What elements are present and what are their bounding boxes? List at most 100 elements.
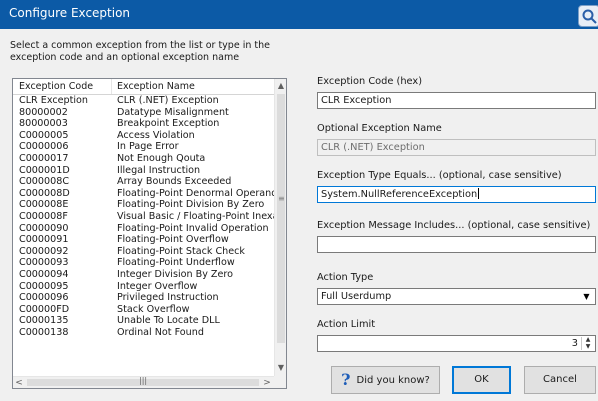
action-type-select[interactable]: Full Userdump ▼ <box>317 288 596 305</box>
exception-code-cell: C0000093 <box>19 257 69 269</box>
list-item[interactable]: C0000017 Not Enough Qouta <box>13 153 274 165</box>
exception-name-cell: Stack Overflow <box>117 303 190 315</box>
instructions-text: Select a common exception from the list … <box>10 40 270 63</box>
chevron-down-icon[interactable]: ▼ <box>580 290 593 303</box>
exception-type-label: Exception Type Equals... (optional, case… <box>317 170 562 181</box>
exception-code-cell: 80000003 <box>19 118 68 130</box>
list-item[interactable]: C000001D Illegal Instruction <box>13 165 274 177</box>
action-limit-label: Action Limit <box>317 319 376 330</box>
spin-down-icon[interactable]: ▼ <box>582 344 594 350</box>
column-header-name[interactable]: Exception Name <box>117 81 195 92</box>
hscroll-grip-icon: ||| <box>139 376 148 385</box>
exception-name-cell: Datatype Misalignment <box>117 106 229 118</box>
did-you-know-label: Did you know? <box>356 375 430 386</box>
exception-name-cell: Privileged Instruction <box>117 292 219 304</box>
text-caret <box>478 188 480 199</box>
list-item[interactable]: C000008F Visual Basic / Floating-Point In… <box>13 211 274 223</box>
list-item[interactable]: C0000096 Privileged Instruction <box>13 292 274 304</box>
exception-name-cell: Integer Division By Zero <box>117 268 234 280</box>
exception-code-cell: C0000138 <box>19 326 69 338</box>
exception-code-cell: C000008D <box>19 187 70 199</box>
list-item[interactable]: C000008C Array Bounds Exceeded <box>13 176 274 188</box>
list-item[interactable]: C0000093 Floating-Point Underflow <box>13 257 274 269</box>
scroll-grip-icon: ≡ <box>278 194 285 203</box>
horizontal-scrollbar[interactable]: < ||| > <box>13 376 274 388</box>
exception-code-cell: C0000006 <box>19 141 69 153</box>
exception-code-cell: C000008C <box>19 176 70 188</box>
exception-name-cell: Floating-Point Overflow <box>117 234 229 246</box>
list-item[interactable]: C0000138 Ordinal Not Found <box>13 327 274 339</box>
exception-name-field[interactable]: CLR (.NET) Exception <box>317 139 596 156</box>
exception-code-cell: C0000090 <box>19 222 69 234</box>
exception-code-cell: C0000091 <box>19 234 69 246</box>
exception-code-cell: 80000002 <box>19 106 68 118</box>
list-item[interactable]: C0000090 Floating-Point Invalid Operation <box>13 223 274 235</box>
list-item[interactable]: C0000091 Floating-Point Overflow <box>13 234 274 246</box>
exception-code-field[interactable]: CLR Exception <box>317 92 596 109</box>
vertical-scrollbar[interactable]: ▲ ≡ ▼ <box>274 79 286 376</box>
exception-name-cell: Access Violation <box>117 129 195 141</box>
scroll-corner <box>274 376 286 388</box>
exception-code-label: Exception Code (hex) <box>317 76 423 87</box>
exception-code-cell: C0000094 <box>19 268 69 280</box>
list-item[interactable]: C0000094 Integer Division By Zero <box>13 269 274 281</box>
exception-name-cell: Floating-Point Underflow <box>117 257 235 269</box>
exception-name-cell: Floating-Point Stack Check <box>117 245 245 257</box>
scroll-left-icon[interactable]: < <box>13 377 25 388</box>
exception-code-cell: C00000FD <box>19 303 70 315</box>
list-item[interactable]: C0000092 Floating-Point Stack Check <box>13 246 274 258</box>
exception-name-cell: CLR (.NET) Exception <box>117 95 219 106</box>
exception-code-cell: C0000096 <box>19 292 69 304</box>
list-item[interactable]: C00000FD Stack Overflow <box>13 304 274 316</box>
list-item[interactable]: C000008D Floating-Point Denormal Operand <box>13 188 274 200</box>
exception-type-field[interactable]: System.NullReferenceException <box>317 186 596 203</box>
exception-name-cell: Floating-Point Denormal Operand <box>117 187 274 199</box>
list-item[interactable]: 80000002 Datatype Misalignment <box>13 107 274 119</box>
list-item[interactable]: CLR Exception CLR (.NET) Exception <box>13 95 274 107</box>
list-item[interactable]: C0000095 Integer Overflow <box>13 281 274 293</box>
exception-code-cell: C000001D <box>19 164 70 176</box>
exception-name-cell: Illegal Instruction <box>117 164 201 176</box>
exception-list[interactable]: Exception Code Exception Name CLR Except… <box>12 78 287 389</box>
exception-name-cell: Breakpoint Exception <box>117 118 220 130</box>
exception-name-label: Optional Exception Name <box>317 123 442 134</box>
exception-code-cell: C0000095 <box>19 280 69 292</box>
dialog-app-icon <box>578 5 598 27</box>
action-type-label: Action Type <box>317 272 374 283</box>
action-limit-value: 3 <box>571 338 578 349</box>
scroll-right-icon[interactable]: > <box>261 377 273 388</box>
exception-type-value: System.NullReferenceException <box>321 189 478 200</box>
exception-name-cell: Not Enough Qouta <box>117 152 206 164</box>
action-type-value: Full Userdump <box>321 291 392 302</box>
list-item[interactable]: C000008E Floating-Point Division By Zero <box>13 199 274 211</box>
list-item[interactable]: C0000135 Unable To Locate DLL <box>13 315 274 327</box>
exception-name-cell: Ordinal Not Found <box>117 326 204 338</box>
list-rows: CLR Exception CLR (.NET) Exception 8000000… <box>13 95 274 376</box>
exception-name-cell: Floating-Point Division By Zero <box>117 199 265 211</box>
exception-code-cell: C0000135 <box>19 315 69 327</box>
exception-message-field[interactable] <box>317 236 596 253</box>
list-item[interactable]: C0000006 In Page Error <box>13 141 274 153</box>
exception-name-cell: In Page Error <box>117 141 179 153</box>
list-item[interactable]: C0000005 Access Violation <box>13 130 274 142</box>
list-item[interactable]: 80000003 Breakpoint Exception <box>13 118 274 130</box>
scroll-up-icon[interactable]: ▲ <box>275 79 286 93</box>
cancel-button[interactable]: Cancel <box>524 366 596 394</box>
exception-message-label: Exception Message Includes... (optional,… <box>317 220 591 231</box>
did-you-know-button[interactable]: ? Did you know? <box>331 366 440 394</box>
exception-code-cell: C0000005 <box>19 129 69 141</box>
action-limit-stepper[interactable]: 3 ▲ ▼ <box>317 335 596 352</box>
exception-code-cell: C0000017 <box>19 152 69 164</box>
exception-code-cell: C000008F <box>19 210 68 222</box>
title-bar: Configure Exception <box>0 0 598 29</box>
ok-button[interactable]: OK <box>452 366 511 394</box>
scroll-down-icon[interactable]: ▼ <box>275 361 286 375</box>
scroll-thumb[interactable] <box>277 94 285 343</box>
exception-code-cell: CLR Exception <box>19 95 88 106</box>
exception-name-cell: Floating-Point Invalid Operation <box>117 222 269 234</box>
question-mark-icon: ? <box>341 370 351 389</box>
exception-code-cell: C0000092 <box>19 245 69 257</box>
column-separator[interactable] <box>111 79 112 94</box>
column-header-code[interactable]: Exception Code <box>19 81 93 92</box>
spin-buttons[interactable]: ▲ ▼ <box>581 337 594 350</box>
